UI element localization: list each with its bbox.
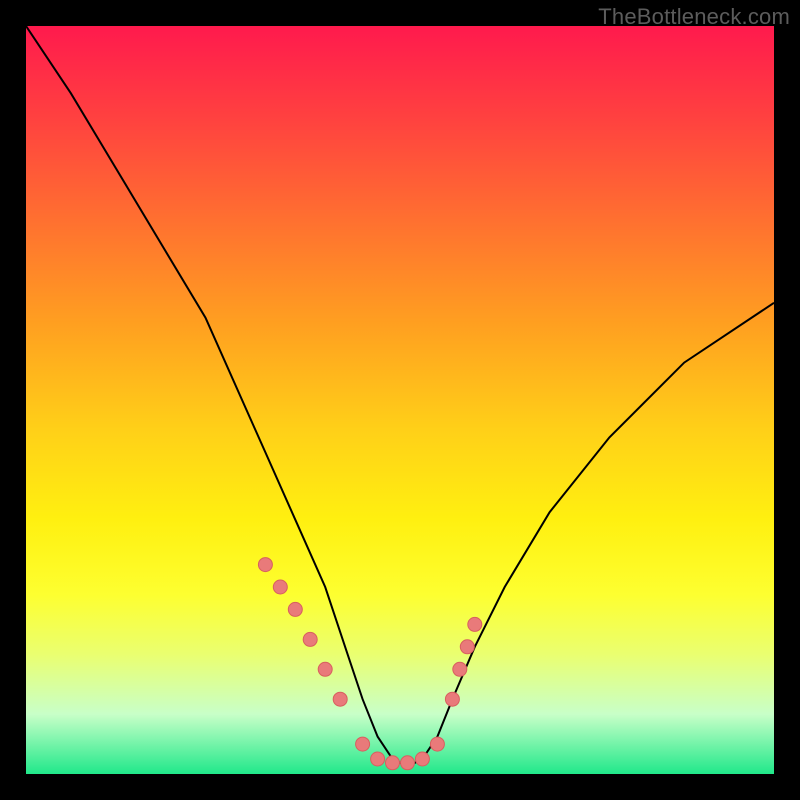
marker-dot <box>401 756 415 770</box>
marker-dot <box>415 752 429 766</box>
marker-dot <box>453 662 467 676</box>
marker-dot <box>318 662 332 676</box>
marker-dot <box>386 756 400 770</box>
chart-area <box>26 26 774 774</box>
marker-dot <box>371 752 385 766</box>
marker-dot <box>468 617 482 631</box>
marker-dot <box>303 632 317 646</box>
marker-dots <box>258 558 481 770</box>
marker-dot <box>333 692 347 706</box>
marker-dot <box>273 580 287 594</box>
marker-dot <box>288 602 302 616</box>
bottleneck-curve <box>26 26 774 767</box>
marker-dot <box>445 692 459 706</box>
marker-dot <box>258 558 272 572</box>
marker-dot <box>356 737 370 751</box>
marker-dot <box>460 640 474 654</box>
watermark-text: TheBottleneck.com <box>598 4 790 30</box>
marker-dot <box>430 737 444 751</box>
plot-svg <box>26 26 774 774</box>
